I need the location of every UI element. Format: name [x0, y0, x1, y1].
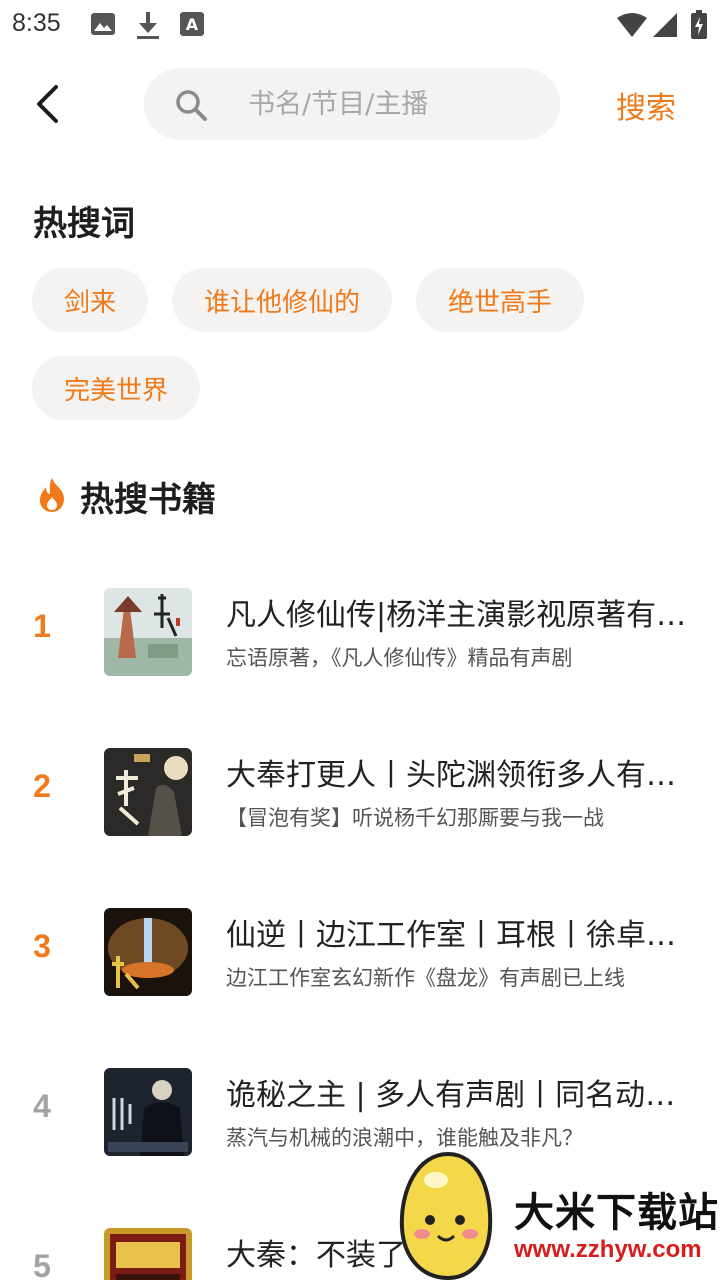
search-box[interactable]	[144, 68, 560, 140]
search-input[interactable]	[248, 68, 538, 140]
fire-icon	[40, 478, 64, 512]
hot-word-chip[interactable]: 完美世界	[32, 356, 201, 420]
watermark-text: 大米下载站	[514, 1190, 719, 1236]
book-cover	[104, 1068, 192, 1156]
book-desc: 蒸汽与机械的浪潮中，谁能触及非凡？	[226, 1126, 583, 1150]
status-bar: 8:35 A	[0, 0, 720, 50]
book-item[interactable]: 3 仙逆丨边江工作室丨耳根丨徐卓有声剧 边江工作室玄幻新作《盘龙》有声剧已上线	[0, 896, 720, 1006]
image-icon	[90, 12, 116, 40]
svg-text:A: A	[186, 15, 199, 34]
book-cover	[104, 588, 192, 676]
book-rank: 5	[33, 1248, 51, 1280]
book-title: 仙逆丨边江工作室丨耳根丨徐卓有声剧	[226, 918, 688, 953]
hot-words-title: 热搜词	[33, 204, 135, 244]
watermark-url: www.zzhyw.com	[514, 1236, 702, 1263]
hot-books-title: 热搜书籍	[80, 480, 216, 520]
book-rank: 3	[33, 928, 51, 964]
book-title: 诡秘之主 | 多人有声剧丨同名动画原著	[226, 1078, 688, 1113]
book-rank: 1	[33, 608, 51, 644]
status-time: 8:35	[12, 9, 61, 37]
book-cover	[104, 908, 192, 996]
wifi-icon	[616, 12, 648, 42]
hot-word-chip[interactable]: 剑来	[32, 268, 149, 332]
book-cover	[104, 1228, 192, 1280]
hot-words-list: 剑来 谁让他修仙的 绝世高手 完美世界	[32, 268, 682, 420]
book-item[interactable]: 2 大奉打更人丨头陀渊领衔多人有声剧 【冒泡有奖】听说杨千幻那厮要与我一战	[0, 736, 720, 846]
book-desc: 边江工作室玄幻新作《盘龙》有声剧已上线	[226, 966, 625, 990]
book-desc: 【冒泡有奖】听说杨千幻那厮要与我一战	[226, 806, 604, 830]
book-rank: 2	[33, 768, 51, 804]
signal-icon	[652, 12, 678, 42]
search-icon	[176, 90, 207, 121]
search-button[interactable]: 搜索	[616, 82, 696, 128]
font-icon: A	[180, 12, 204, 40]
watermark: 大米下载站 www.zzhyw.com	[396, 1150, 720, 1280]
book-title: 凡人修仙传|杨洋主演影视原著有声剧	[226, 598, 688, 633]
book-rank: 4	[33, 1088, 51, 1124]
chevron-left-icon	[37, 85, 58, 123]
back-button[interactable]	[22, 78, 72, 130]
book-title: 大奉打更人丨头陀渊领衔多人有声剧	[226, 758, 688, 793]
download-icon	[136, 12, 160, 44]
hot-word-chip[interactable]: 谁让他修仙的	[172, 268, 393, 332]
book-item[interactable]: 1 凡人修仙传|杨洋主演影视原著有声剧 忘语原著，《凡人修仙传》精品有声剧	[0, 576, 720, 686]
book-desc: 忘语原著，《凡人修仙传》精品有声剧	[226, 646, 573, 670]
rice-mascot-icon	[399, 1151, 493, 1280]
book-cover	[104, 748, 192, 836]
hot-word-chip[interactable]: 绝世高手	[416, 268, 585, 332]
battery-icon	[690, 10, 708, 44]
